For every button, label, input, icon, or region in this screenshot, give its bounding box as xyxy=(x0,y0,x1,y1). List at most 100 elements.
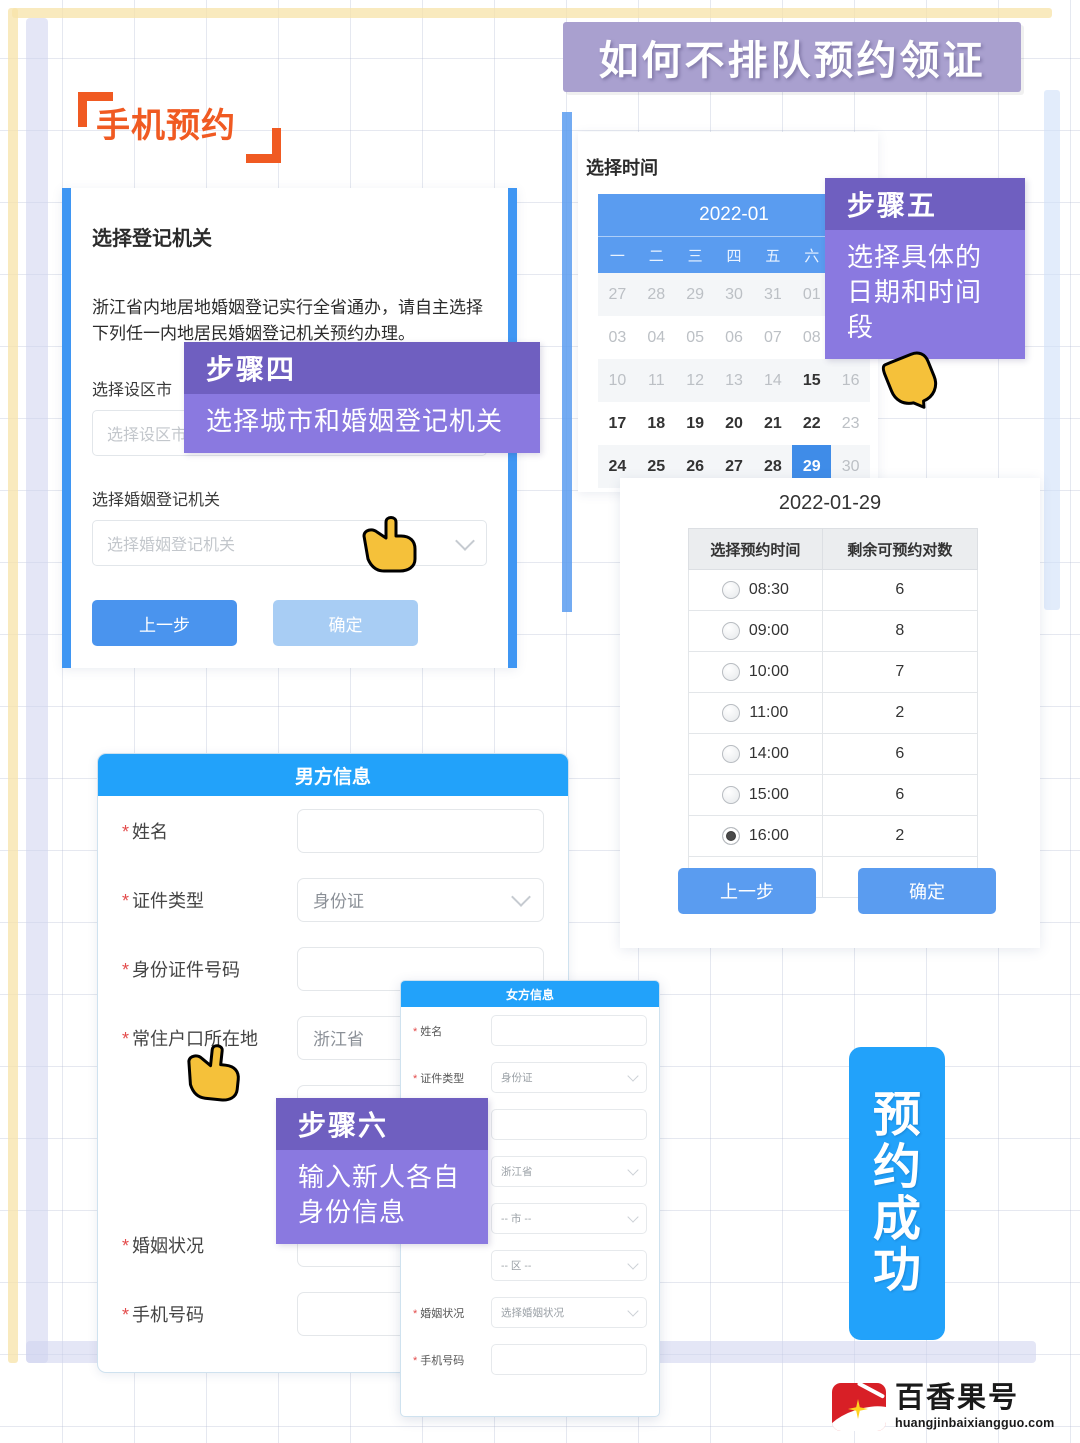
callout-step-five-title: 步骤五 xyxy=(825,178,1025,230)
timeslot-table[interactable]: 选择预约时间 剩余可预约对数 08:30 6 09:00 8 10:00 7 11:00 2 14… xyxy=(688,528,979,898)
female-field-value: 浙江省 xyxy=(501,1166,533,1178)
callout-step-five: 步骤五 选择具体的日期和时间段 xyxy=(825,178,1025,360)
calendar-day-cell[interactable]: 22 xyxy=(792,402,831,445)
female-field-select[interactable]: 浙江省 xyxy=(491,1156,647,1187)
site-logo: 百香果号 huangjinbaixiangguo.com xyxy=(832,1383,1054,1431)
phone-appointment-label: 手机预约 xyxy=(96,107,236,145)
male-field-select[interactable]: 身份证 xyxy=(297,877,544,922)
registry-confirm-button[interactable]: 确定 xyxy=(273,600,418,646)
timeslot-card: 2022-01-29 选择预约时间 剩余可预约对数 08:30 6 09:00 8 10:… xyxy=(620,478,1040,948)
chevron-down-icon xyxy=(627,1070,639,1082)
calendar-day-cell: 13 xyxy=(725,371,743,389)
female-form-row: * 姓名 xyxy=(401,1007,659,1054)
calendar-day-cell: 27 xyxy=(608,285,627,303)
female-field-select[interactable]: 选择婚姻状况 xyxy=(491,1297,647,1328)
chevron-down-icon xyxy=(627,1164,639,1176)
calendar-week-row: 17 18 19 20 21 22 23 xyxy=(598,402,870,445)
timeslot-table-body[interactable]: 08:30 6 09:00 8 10:00 7 11:00 2 14:00 6 15:00 6 16:0… xyxy=(688,569,979,898)
female-field-select[interactable]: 身份证 xyxy=(491,1062,647,1093)
calendar-day-cell: 31 xyxy=(763,285,782,303)
radio-button-icon[interactable] xyxy=(721,786,740,804)
calendar-day-cell[interactable]: 20 xyxy=(715,402,754,445)
radio-button-icon[interactable] xyxy=(722,704,741,722)
success-badge: 预约成功 xyxy=(849,1047,945,1340)
timeslot-row[interactable]: 16:00 2 xyxy=(688,815,979,857)
timeslot-time-label: 14:00 xyxy=(748,745,789,762)
calendar-weekday: 三 xyxy=(687,247,703,265)
female-field-input[interactable] xyxy=(491,1109,647,1140)
calendar-day-cell[interactable]: 15 xyxy=(792,359,831,402)
timeslot-time-cell[interactable]: 14:00 xyxy=(688,733,823,775)
timeslot-confirm-button[interactable]: 确定 xyxy=(858,868,996,914)
radio-button-icon[interactable] xyxy=(721,827,740,845)
timeslot-row[interactable]: 11:00 2 xyxy=(688,692,979,734)
required-asterisk-icon: * xyxy=(122,1235,130,1256)
timeslot-time-label: 11:00 xyxy=(749,704,789,721)
timeslot-time-cell[interactable]: 09:00 xyxy=(688,610,823,652)
timeslot-time-cell[interactable]: 08:30 xyxy=(688,569,823,611)
registry-card-heading: 选择登记机关 xyxy=(92,228,212,250)
radio-button-icon[interactable] xyxy=(721,745,740,763)
logo-mark-icon xyxy=(832,1383,886,1431)
female-field-input[interactable] xyxy=(491,1344,647,1375)
calendar-day-cell: 28 xyxy=(647,285,666,303)
timeslot-row[interactable]: 08:30 6 xyxy=(688,569,979,611)
required-asterisk-icon: * xyxy=(413,1354,418,1367)
timeslot-row[interactable]: 10:00 7 xyxy=(688,651,979,693)
callout-step-five-desc: 选择具体的日期和时间段 xyxy=(825,230,1025,360)
calendar-day-cell[interactable]: 19 xyxy=(676,402,715,445)
chevron-down-icon xyxy=(627,1211,639,1223)
calendar-day-cell[interactable]: 17 xyxy=(598,402,637,445)
logo-comet-tail-icon xyxy=(856,1383,886,1399)
calendar-week-row: 10 11 12 13 14 15 16 xyxy=(598,359,870,402)
radio-button-icon[interactable] xyxy=(721,663,740,681)
logo-name: 百香果号 xyxy=(895,1382,1020,1414)
calendar-day-cell[interactable]: 18 xyxy=(637,402,676,445)
office-select[interactable]: 选择婚姻登记机关 xyxy=(92,520,487,566)
required-asterisk-icon: * xyxy=(122,821,130,842)
timeslot-remaining-cell: 8 xyxy=(821,610,979,652)
calendar-day-cell: 04 xyxy=(647,328,666,346)
timeslot-time-label: 16:00 xyxy=(748,827,789,844)
success-badge-char: 约 xyxy=(872,1140,921,1194)
female-form-row: -- 区 -- xyxy=(401,1242,659,1289)
chevron-down-icon xyxy=(511,887,531,907)
calendar-day-cell: 06 xyxy=(725,328,743,346)
timeslot-remaining-cell: 2 xyxy=(821,815,979,857)
timeslot-table-header: 选择预约时间 剩余可预约对数 xyxy=(688,528,979,570)
registry-prev-button[interactable]: 上一步 xyxy=(92,600,237,646)
timeslot-row[interactable]: 14:00 6 xyxy=(688,733,979,775)
radio-button-icon[interactable] xyxy=(721,581,740,599)
timeslot-time-cell[interactable]: 15:00 xyxy=(688,774,823,816)
female-field-label: * 证件类型 xyxy=(413,1072,465,1085)
registry-card-description: 浙江省内地居地婚姻登记实行全省通办，请自主选择下列任一内地居民婚姻登记机关预约办… xyxy=(92,298,483,343)
timeslot-time-label: 09:00 xyxy=(748,622,789,639)
required-asterisk-icon: * xyxy=(122,1028,130,1049)
bracket-bottom-right-icon xyxy=(246,128,281,163)
female-field-label: * 手机号码 xyxy=(413,1354,465,1367)
timeslot-time-cell[interactable]: 16:00 xyxy=(688,815,823,857)
female-field-value: -- 市 -- xyxy=(501,1213,532,1225)
timeslot-time-cell[interactable]: 10:00 xyxy=(688,651,823,693)
male-form-row: * 证件类型 身份证 xyxy=(98,865,568,934)
male-form-title: 男方信息 xyxy=(98,754,568,796)
logo-url: huangjinbaixiangguo.com xyxy=(895,1416,1055,1430)
female-field-select[interactable]: -- 区 -- xyxy=(491,1250,647,1281)
timeslot-time-label: 10:00 xyxy=(748,663,789,680)
female-field-value: -- 区 -- xyxy=(501,1260,532,1272)
timeslot-time-label: 15:00 xyxy=(748,786,789,803)
timeslot-time-cell[interactable]: 11:00 xyxy=(688,692,823,734)
calendar-day-cell[interactable]: 21 xyxy=(753,402,792,445)
male-field-input[interactable] xyxy=(297,808,544,853)
female-form-row: * 证件类型 身份证 xyxy=(401,1054,659,1101)
female-field-input[interactable] xyxy=(491,1015,647,1046)
timeslot-time-label: 08:30 xyxy=(748,581,789,598)
city-select-placeholder: 选择设区市 xyxy=(107,427,188,444)
page-title-text: 如何不排队预约领证 xyxy=(598,39,986,83)
female-field-select[interactable]: -- 市 -- xyxy=(491,1203,647,1234)
timeslot-row[interactable]: 09:00 8 xyxy=(688,610,979,652)
radio-button-icon[interactable] xyxy=(721,622,740,640)
timeslot-prev-button[interactable]: 上一步 xyxy=(678,868,816,914)
phone-appointment-heading: 手机预约 xyxy=(78,92,281,163)
timeslot-row[interactable]: 15:00 6 xyxy=(688,774,979,816)
